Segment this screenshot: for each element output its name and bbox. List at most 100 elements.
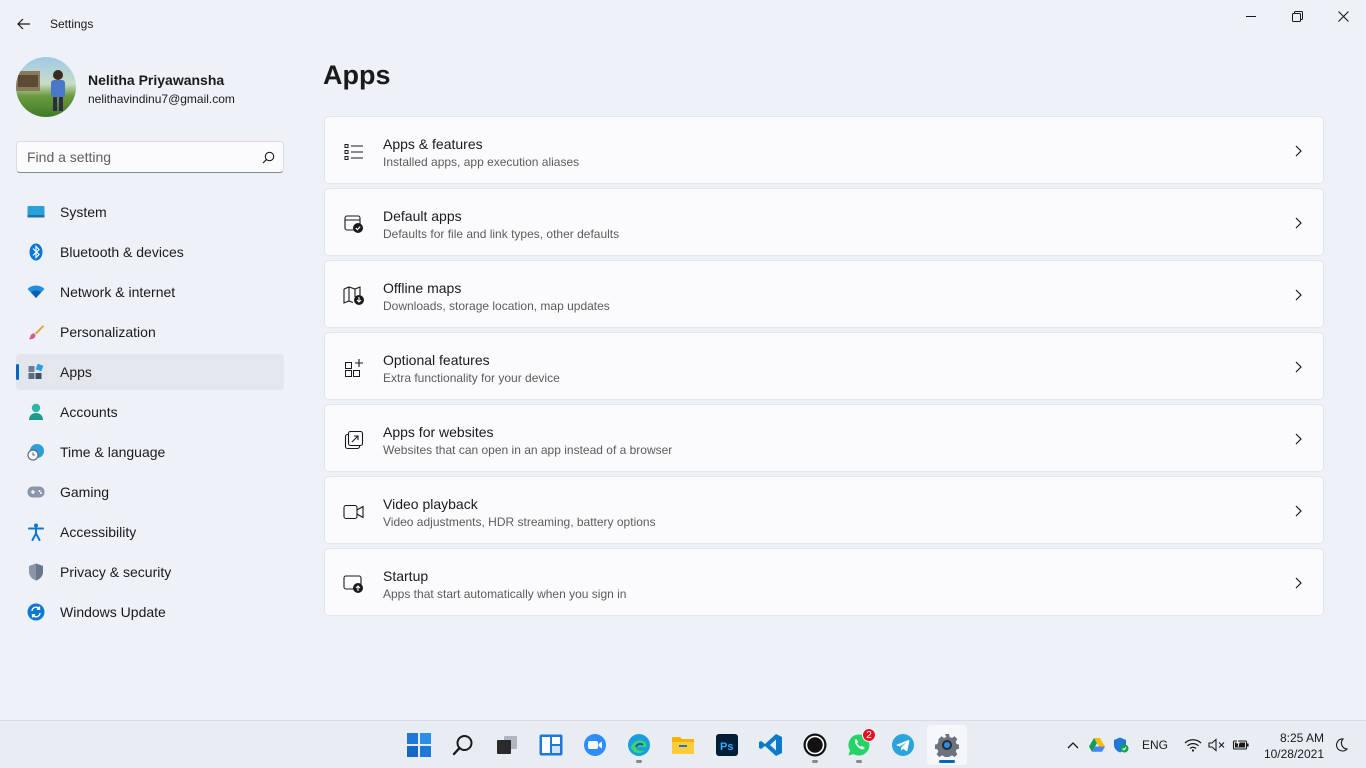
battery-charging-icon xyxy=(1232,738,1249,750)
taskbar-photoshop[interactable]: Ps xyxy=(707,725,747,765)
card-offline-maps[interactable]: Offline maps Downloads, storage location… xyxy=(324,260,1324,328)
card-title: Video playback xyxy=(383,496,478,512)
sidebar-nav: System Bluetooth & devices Network & int… xyxy=(16,194,284,634)
taskbar-file-explorer[interactable] xyxy=(663,725,703,765)
sidebar-item-accessibility[interactable]: Accessibility xyxy=(16,514,284,550)
card-subtitle: Installed apps, app execution aliases xyxy=(383,155,580,169)
taskbar-whatsapp[interactable]: 2 xyxy=(839,725,879,765)
restore-button[interactable] xyxy=(1274,0,1320,32)
taskbar: Ps 2 ENG 8:25 AM 10/28/2021 xyxy=(0,720,1366,768)
sidebar-item-label: Personalization xyxy=(60,324,156,340)
minimize-icon xyxy=(1246,16,1256,17)
obs-icon xyxy=(803,733,827,757)
card-default-apps[interactable]: Default apps Defaults for file and link … xyxy=(324,188,1324,256)
tray-battery[interactable] xyxy=(1230,721,1252,768)
show-hidden-icons-button[interactable] xyxy=(1062,721,1084,768)
clock[interactable]: 8:25 AM 10/28/2021 xyxy=(1262,730,1324,762)
taskbar-search-button[interactable] xyxy=(443,725,483,765)
card-apps-for-websites[interactable]: Apps for websites Websites that can open… xyxy=(324,404,1324,472)
sidebar-item-windows-update[interactable]: Windows Update xyxy=(16,594,284,630)
chevron-right-icon xyxy=(1295,361,1302,373)
running-indicator xyxy=(856,760,862,763)
chevron-right-icon xyxy=(1295,433,1302,445)
card-title: Offline maps xyxy=(383,280,462,296)
card-startup[interactable]: Startup Apps that start automatically wh… xyxy=(324,548,1324,616)
widgets-button[interactable] xyxy=(531,725,571,765)
language-indicator[interactable]: ENG xyxy=(1136,721,1174,768)
notification-badge: 2 xyxy=(862,728,876,742)
restore-icon xyxy=(1291,10,1303,22)
taskbar-settings[interactable] xyxy=(927,725,967,765)
card-optional-features[interactable]: Optional features Extra functionality fo… xyxy=(324,332,1324,400)
taskbar-vscode[interactable] xyxy=(751,725,791,765)
sidebar-item-time-language[interactable]: Time & language xyxy=(16,434,284,470)
sidebar-item-bluetooth[interactable]: Bluetooth & devices xyxy=(16,234,284,270)
focus-assist-button[interactable] xyxy=(1330,721,1352,768)
clock-time: 8:25 AM xyxy=(1279,731,1324,745)
vscode-icon xyxy=(759,734,782,756)
close-icon xyxy=(1337,10,1349,22)
sidebar-item-label: System xyxy=(60,204,107,220)
card-title: Apps & features xyxy=(383,136,483,152)
card-subtitle: Video adjustments, HDR streaming, batter… xyxy=(383,515,656,529)
search-icon[interactable] xyxy=(253,142,283,172)
user-email: nelithavindinu7@gmail.com xyxy=(88,92,235,106)
sidebar-item-privacy[interactable]: Privacy & security xyxy=(16,554,284,590)
bluetooth-icon xyxy=(26,242,46,262)
avatar[interactable] xyxy=(16,57,76,117)
sidebar-item-apps[interactable]: Apps xyxy=(16,354,284,390)
card-video-playback[interactable]: Video playback Video adjustments, HDR st… xyxy=(324,476,1324,544)
taskbar-edge[interactable] xyxy=(619,725,659,765)
card-subtitle: Extra functionality for your device xyxy=(383,371,560,385)
sidebar-item-gaming[interactable]: Gaming xyxy=(16,474,284,510)
running-indicator xyxy=(636,760,642,763)
minimize-button[interactable] xyxy=(1228,0,1274,32)
card-apps-features[interactable]: Apps & features Installed apps, app exec… xyxy=(324,116,1324,184)
settings-cards: Apps & features Installed apps, app exec… xyxy=(324,116,1324,620)
card-subtitle: Websites that can open in an app instead… xyxy=(383,443,673,457)
sidebar-item-personalization[interactable]: Personalization xyxy=(16,314,284,350)
photoshop-icon: Ps xyxy=(716,734,738,756)
chevron-right-icon xyxy=(1295,577,1302,589)
volume-muted-icon xyxy=(1208,738,1225,752)
brush-icon xyxy=(26,322,46,342)
gamepad-icon xyxy=(26,482,46,502)
google-drive-icon xyxy=(1089,738,1105,752)
taskbar-telegram[interactable] xyxy=(883,725,923,765)
card-title: Startup xyxy=(383,568,429,584)
card-subtitle: Downloads, storage location, map updates xyxy=(383,299,610,313)
sidebar-item-network[interactable]: Network & internet xyxy=(16,274,284,310)
title-bar: Settings xyxy=(0,0,1366,48)
taskbar-zoom[interactable] xyxy=(575,725,615,765)
tray-volume[interactable] xyxy=(1206,721,1228,768)
sidebar-item-label: Privacy & security xyxy=(60,564,172,580)
close-button[interactable] xyxy=(1320,0,1366,32)
tray-security[interactable] xyxy=(1110,721,1132,768)
grid-add-icon xyxy=(343,357,365,379)
page-title: Apps xyxy=(323,60,391,90)
globe-clock-icon xyxy=(26,442,46,462)
task-view-button[interactable] xyxy=(487,725,527,765)
sidebar-item-system[interactable]: System xyxy=(16,194,284,230)
zoom-icon xyxy=(584,734,606,756)
clock-date: 10/28/2021 xyxy=(1263,747,1324,761)
defender-shield-icon xyxy=(1114,737,1129,753)
start-button[interactable] xyxy=(399,725,439,765)
apps-icon xyxy=(26,362,46,382)
search-input[interactable] xyxy=(17,149,253,165)
sidebar-item-label: Accessibility xyxy=(60,524,137,540)
chevron-right-icon xyxy=(1295,289,1302,301)
wifi-icon xyxy=(26,282,46,302)
open-external-icon xyxy=(343,429,365,451)
sidebar-item-label: Apps xyxy=(60,364,92,380)
search-box[interactable] xyxy=(16,141,284,173)
task-view-icon xyxy=(497,736,517,754)
card-title: Apps for websites xyxy=(383,424,494,440)
edge-icon xyxy=(628,734,650,756)
tray-google-drive[interactable] xyxy=(1086,721,1108,768)
sidebar-item-accounts[interactable]: Accounts xyxy=(16,394,284,430)
taskbar-obs[interactable] xyxy=(795,725,835,765)
tray-wifi[interactable] xyxy=(1182,721,1204,768)
back-button[interactable] xyxy=(10,10,38,38)
moon-icon xyxy=(1336,738,1348,752)
